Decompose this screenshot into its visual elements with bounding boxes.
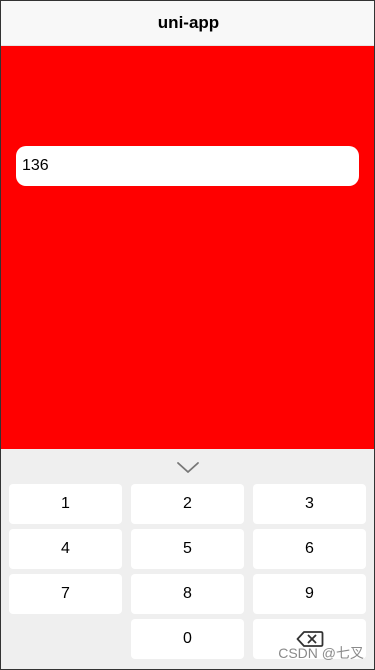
key-7[interactable]: 7: [9, 574, 122, 614]
number-input[interactable]: 136: [16, 146, 359, 186]
navigation-bar: uni-app: [1, 1, 374, 46]
key-2[interactable]: 2: [131, 484, 244, 524]
key-4[interactable]: 4: [9, 529, 122, 569]
key-6[interactable]: 6: [253, 529, 366, 569]
key-9[interactable]: 9: [253, 574, 366, 614]
key-8[interactable]: 8: [131, 574, 244, 614]
page-title: uni-app: [157, 13, 220, 32]
app-frame: uni-app 136 1 2 3 4 5 6 7 8 9 0 CSDN @七叉: [0, 0, 375, 670]
chevron-down-icon: [177, 462, 199, 473]
key-3[interactable]: 3: [253, 484, 366, 524]
numeric-keyboard: 1 2 3 4 5 6 7 8 9 0 CSDN @七叉: [1, 449, 374, 669]
key-5[interactable]: 5: [131, 529, 244, 569]
collapse-keyboard-button[interactable]: [173, 457, 203, 479]
key-1[interactable]: 1: [9, 484, 122, 524]
key-0[interactable]: 0: [131, 619, 244, 659]
watermark: CSDN @七叉: [278, 645, 364, 661]
number-input-value: 136: [22, 157, 49, 174]
main-content: 136: [1, 46, 374, 449]
